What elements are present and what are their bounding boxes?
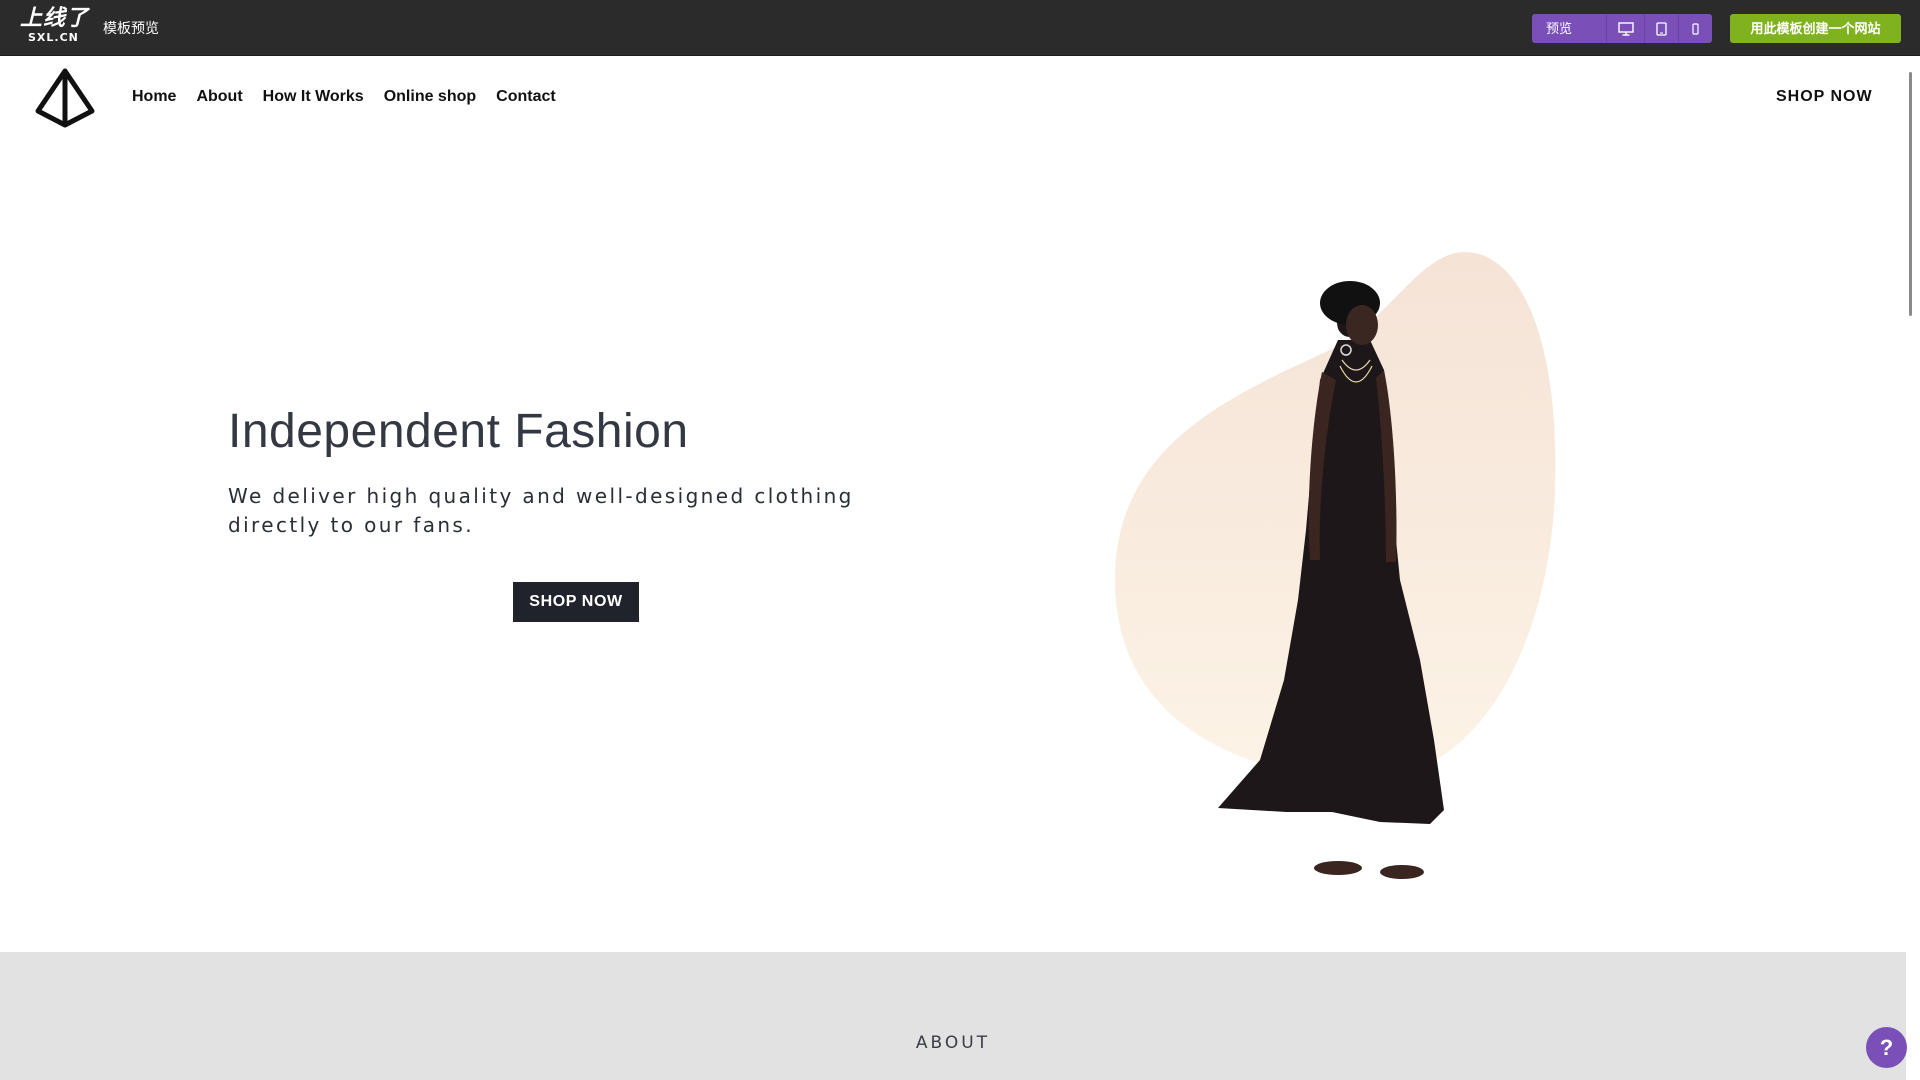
help-button[interactable]: ? xyxy=(1866,1027,1907,1068)
mobile-view-button[interactable] xyxy=(1678,14,1712,43)
hero-model-image xyxy=(1115,252,1556,879)
main-nav: Home About How It Works Online shop Cont… xyxy=(132,87,576,107)
site-header: Home About How It Works Online shop Cont… xyxy=(0,56,1900,140)
about-section: ABOUT xyxy=(0,952,1906,1080)
desktop-view-button[interactable] xyxy=(1606,14,1644,43)
nav-contact[interactable]: Contact xyxy=(496,87,556,107)
hero-subtitle: We deliver high quality and well-designe… xyxy=(228,484,854,537)
hero-title: Independent Fashion xyxy=(228,405,689,458)
scrollbar-thumb[interactable] xyxy=(1909,72,1912,316)
nav-how-it-works[interactable]: How It Works xyxy=(263,87,364,107)
site-logo-icon[interactable] xyxy=(34,67,96,129)
create-site-from-template-button[interactable]: 用此模板创建一个网站 xyxy=(1730,14,1901,43)
page-scrollbar[interactable] xyxy=(1906,56,1920,1080)
device-switcher: 预览 xyxy=(1532,14,1712,43)
nav-online-shop[interactable]: Online shop xyxy=(384,87,476,107)
tablet-view-button[interactable] xyxy=(1644,14,1678,43)
brand-logo-text: 上线了 xyxy=(20,6,90,31)
desktop-icon xyxy=(1617,21,1634,36)
template-preview-title: 模板预览 xyxy=(103,20,159,36)
tablet-icon xyxy=(1656,21,1667,36)
preview-topbar: 上线了 SXL.CN 模板预览 预览 用此模板创建一个网站 xyxy=(0,0,1920,56)
nav-about[interactable]: About xyxy=(196,87,242,107)
about-heading: ABOUT xyxy=(915,1033,991,1053)
nav-home[interactable]: Home xyxy=(132,87,176,107)
hero-shop-now-button[interactable]: SHOP NOW xyxy=(513,582,639,622)
preview-label: 预览 xyxy=(1546,21,1573,36)
header-shop-now-link[interactable]: SHOP NOW xyxy=(1776,87,1873,107)
hero-section: Independent Fashion We deliver high qual… xyxy=(0,140,1906,952)
brand-logo-subtext: SXL.CN xyxy=(28,31,79,44)
sxl-brand-logo[interactable]: 上线了 SXL.CN xyxy=(20,6,90,50)
mobile-icon xyxy=(1692,22,1699,35)
